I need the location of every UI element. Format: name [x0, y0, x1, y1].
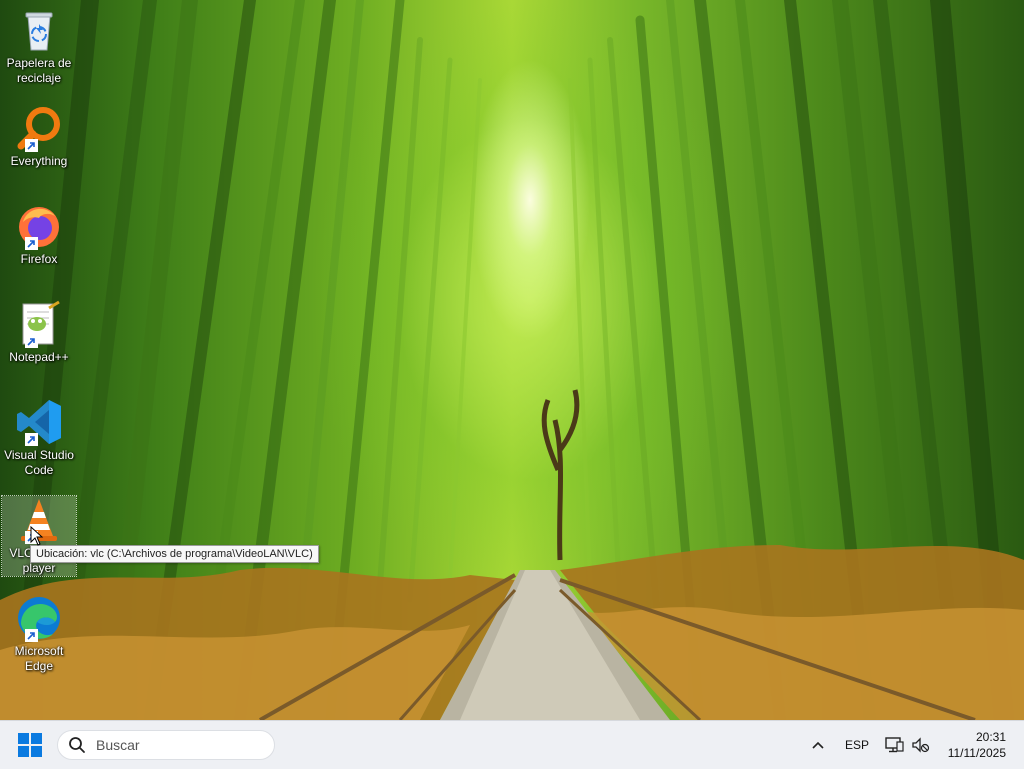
taskbar-search-box[interactable] [57, 730, 275, 760]
shortcut-arrow-icon [25, 335, 38, 348]
everything-search-icon [15, 104, 63, 152]
show-hidden-icons-chevron-icon[interactable] [808, 735, 828, 755]
vscode-icon [15, 398, 63, 446]
shortcut-arrow-icon [25, 433, 38, 446]
desktop-icon-vscode[interactable]: Visual Studio Code [2, 398, 76, 478]
clock-date: 11/11/2025 [947, 746, 1006, 760]
desktop-icon-label: Notepad++ [9, 350, 69, 364]
network-icon[interactable] [884, 735, 904, 755]
desktop-icon-label: Visual Studio Code [4, 448, 74, 477]
vlc-location-tooltip: Ubicación: vlc (C:\Archivos de programa\… [30, 545, 319, 563]
edge-icon [15, 594, 63, 642]
desktop-icon-recycle-bin[interactable]: Papelera de reciclaje [2, 6, 76, 86]
windows-start-icon [18, 733, 42, 757]
notepad-plus-plus-icon [15, 300, 63, 348]
bamboo-forest-image [0, 0, 1024, 720]
firefox-icon [15, 202, 63, 250]
clock-time: 20:31 [975, 730, 1006, 744]
shortcut-arrow-icon [25, 629, 38, 642]
desktop-icon-label: Microsoft Edge [14, 644, 64, 673]
desktop-wallpaper [0, 0, 1024, 720]
input-language-indicator[interactable]: ESP [845, 738, 869, 752]
system-clock[interactable]: 20:31 11/11/2025 [948, 729, 1006, 761]
mouse-cursor-icon [30, 526, 44, 546]
desktop-icon-notepadpp[interactable]: Notepad++ [2, 300, 76, 365]
desktop-icon-label: Everything [10, 154, 68, 168]
search-icon [69, 737, 85, 753]
taskbar: ESP 20:31 11/11/2025 [0, 720, 1024, 769]
search-input[interactable] [94, 736, 258, 754]
desktop-icon-label: Firefox [20, 252, 58, 266]
start-button[interactable] [18, 733, 44, 757]
desktop-icon-firefox[interactable]: Firefox [2, 202, 76, 267]
shortcut-arrow-icon [25, 139, 38, 152]
desktop-icon-label: Papelera de reciclaje [6, 56, 72, 85]
recycle-bin-icon [15, 6, 63, 54]
volume-muted-icon[interactable] [910, 735, 930, 755]
desktop-icon-edge[interactable]: Microsoft Edge [2, 594, 76, 674]
desktop-icon-everything[interactable]: Everything [2, 104, 76, 169]
shortcut-arrow-icon [25, 237, 38, 250]
